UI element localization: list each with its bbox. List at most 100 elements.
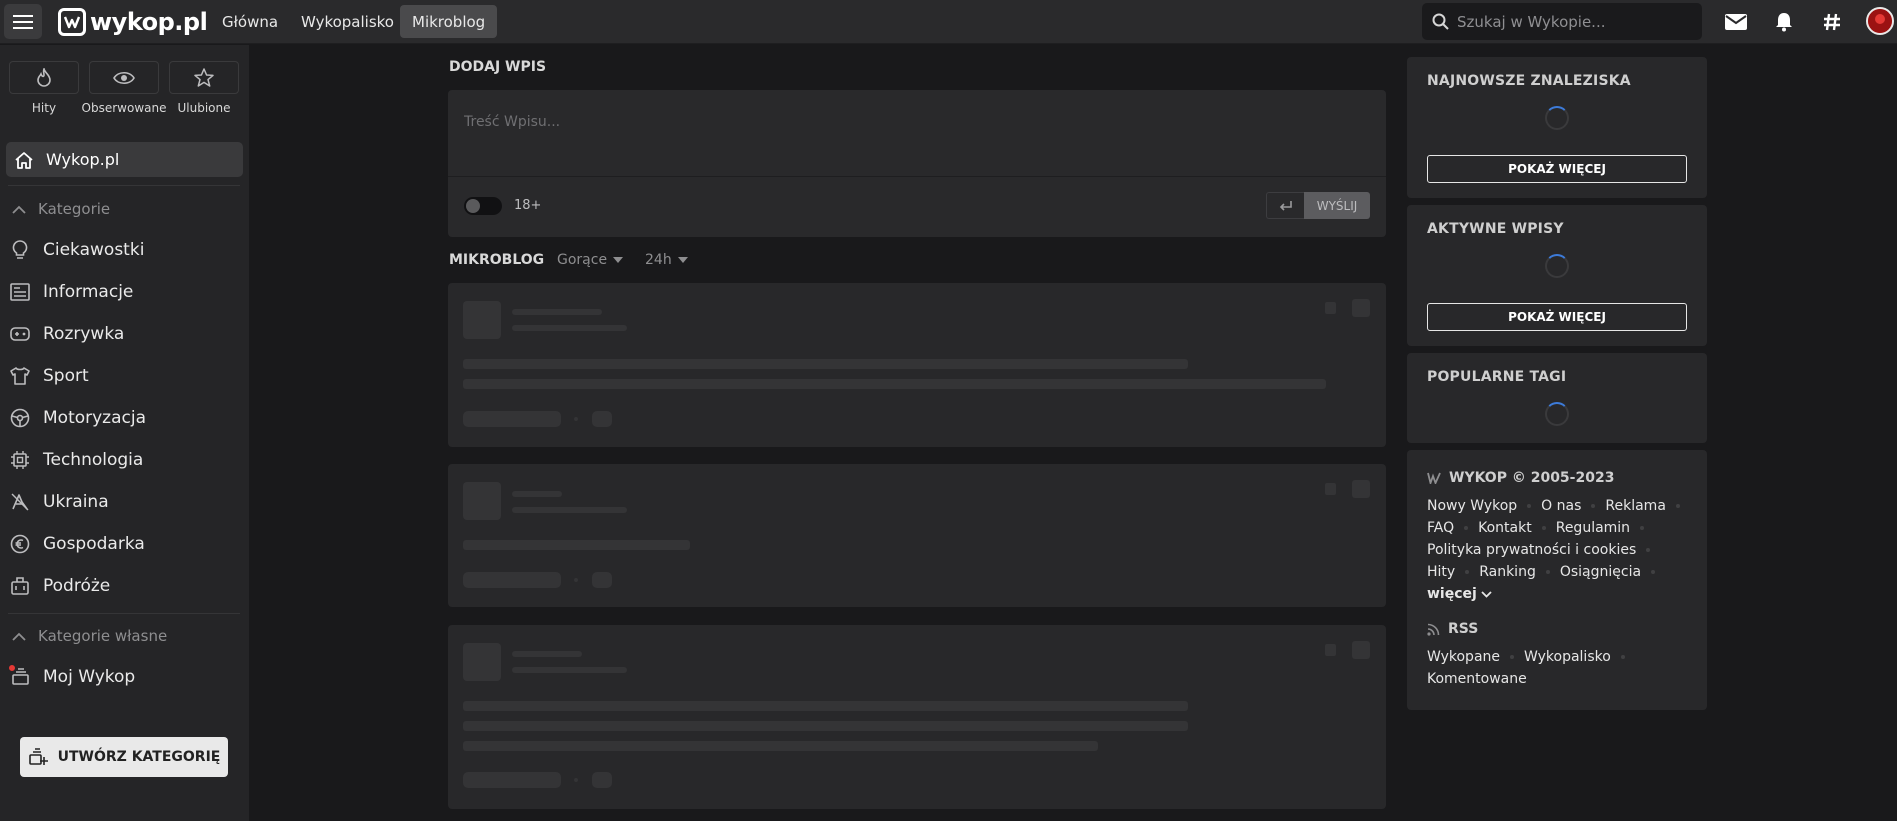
own-categories-section-toggle[interactable]: Kategorie własne (12, 627, 167, 645)
dot-placeholder (574, 778, 578, 782)
action-placeholder (1352, 641, 1370, 659)
action-placeholder (1325, 302, 1336, 314)
more-links-label: więcej (1427, 586, 1477, 602)
create-category-button[interactable]: UTWÓRZ KATEGORIĘ (20, 737, 228, 777)
user-avatar[interactable] (1866, 7, 1894, 35)
sort-dropdown[interactable]: Gorące (557, 252, 624, 268)
sidebar-item-ukraina[interactable]: Ukraina (10, 492, 109, 512)
rss-link[interactable]: Wykopalisko (1524, 649, 1611, 665)
post-skeleton (448, 283, 1386, 447)
meta-placeholder (463, 411, 561, 427)
send-button[interactable]: WYŚLIJ (1304, 192, 1370, 219)
nav-glowna[interactable]: Główna (210, 5, 290, 38)
quick-label: Hity (31, 101, 57, 115)
meta-placeholder (463, 772, 561, 788)
quick-label: Obserwowane (81, 101, 167, 115)
footer-link[interactable]: Kontakt (1478, 520, 1532, 536)
gamepad-icon (10, 327, 30, 341)
enter-key-button[interactable] (1266, 192, 1304, 219)
text-placeholder (463, 359, 1188, 369)
entry-textarea[interactable] (464, 114, 1364, 164)
obserwowane-button[interactable] (89, 61, 159, 94)
period-dropdown[interactable]: 24h (645, 252, 688, 268)
footer-link[interactable]: Hity (1427, 564, 1455, 580)
search-bar[interactable] (1422, 3, 1702, 40)
divider (8, 185, 240, 186)
footer-link[interactable]: Reklama (1605, 498, 1666, 514)
quick-ulubione[interactable]: Ulubione (164, 61, 244, 115)
footer-link[interactable]: Osiągnięcia (1560, 564, 1641, 580)
rss-link[interactable]: Komentowane (1427, 671, 1527, 687)
nav-mikroblog[interactable]: Mikroblog (400, 5, 498, 38)
logo-text: wykop.pl (90, 8, 208, 36)
divider (8, 613, 240, 614)
more-links-toggle[interactable]: więcej (1427, 586, 1492, 602)
sort-value: Gorące (557, 252, 608, 268)
nav-wykopalisko[interactable]: Wykopalisko (289, 5, 406, 38)
meta-placeholder (592, 772, 612, 788)
ulubione-button[interactable] (169, 61, 239, 94)
categories-section-toggle[interactable]: Kategorie (12, 200, 110, 218)
lightbulb-icon (12, 240, 28, 259)
quick-hity[interactable]: Hity (4, 61, 84, 115)
active-entries-widget: AKTYWNE WPISY POKAŻ WIĘCEJ (1407, 205, 1707, 346)
action-placeholder (1352, 480, 1370, 498)
show-more-button[interactable]: POKAŻ WIĘCEJ (1427, 155, 1687, 183)
avatar-placeholder (463, 643, 501, 681)
show-more-button[interactable]: POKAŻ WIĘCEJ (1427, 303, 1687, 331)
newspaper-icon (10, 283, 30, 301)
home-label: Wykop.pl (46, 150, 120, 169)
sidebar-item-technologia[interactable]: Technologia (10, 450, 143, 470)
newest-links-widget: NAJNOWSZE ZNALEZISKA POKAŻ WIĘCEJ (1407, 57, 1707, 198)
menu-button[interactable] (4, 4, 42, 39)
category-label: Rozrywka (43, 324, 125, 344)
hity-button[interactable] (9, 61, 79, 94)
dot-placeholder (574, 578, 578, 582)
messages-button[interactable] (1724, 10, 1748, 34)
footer-link[interactable]: Nowy Wykop (1427, 498, 1517, 514)
action-placeholder (1352, 299, 1370, 317)
notifications-button[interactable] (1772, 10, 1796, 34)
sidebar-item-gospodarka[interactable]: Gospodarka (10, 534, 145, 554)
footer-link[interactable]: FAQ (1427, 520, 1454, 536)
search-icon (1432, 13, 1449, 30)
toggle-knob (466, 199, 480, 213)
footer-title: WYKOP © 2005-2023 (1449, 470, 1615, 486)
rss-link[interactable]: Wykopane (1427, 649, 1500, 665)
rss-links-row: Wykopane Wykopalisko (1427, 649, 1635, 665)
adult-toggle[interactable] (464, 197, 502, 215)
sidebar-item-moj-wykop[interactable]: Moj Wykop (8, 664, 135, 687)
enter-icon (1279, 200, 1292, 211)
sidebar-item-ciekawostki[interactable]: Ciekawostki (10, 240, 144, 260)
category-label: Podróże (43, 576, 111, 596)
footer-link[interactable]: O nas (1541, 498, 1581, 514)
tags-button[interactable] (1820, 10, 1844, 34)
footer-link[interactable]: Regulamin (1556, 520, 1630, 536)
shirt-icon (10, 367, 30, 385)
footer-link[interactable]: Ranking (1479, 564, 1536, 580)
sidebar-item-sport[interactable]: Sport (10, 366, 89, 386)
sidebar-item-motoryzacja[interactable]: Motoryzacja (10, 408, 146, 428)
footer-links-row: Nowy Wykop O nas Reklama (1427, 498, 1690, 514)
rss-icon (1427, 623, 1440, 636)
sidebar-item-rozrywka[interactable]: Rozrywka (10, 324, 124, 344)
footer-links-row: FAQ Kontakt Regulamin (1427, 520, 1654, 536)
adult-label: 18+ (514, 198, 542, 213)
search-input[interactable] (1457, 12, 1687, 31)
footer-link[interactable]: Polityka prywatności i cookies (1427, 542, 1636, 558)
sidebar-item-home[interactable]: Wykop.pl (6, 142, 243, 177)
text-placeholder (512, 667, 627, 673)
envelope-icon (1725, 14, 1747, 30)
euro-coin-icon (10, 534, 30, 554)
sidebar-item-podroze[interactable]: Podróże (10, 576, 110, 596)
notification-dot (8, 664, 16, 672)
caret-down-icon (677, 257, 688, 263)
wykop-logo[interactable]: wykop.pl (58, 6, 208, 38)
category-label: Motoryzacja (43, 408, 147, 428)
avatar-placeholder (463, 301, 501, 339)
meta-placeholder (463, 572, 561, 588)
footer-links-row: Hity Ranking Osiągnięcia (1427, 564, 1665, 580)
quick-obserwowane[interactable]: Obserwowane (81, 61, 167, 115)
sidebar-item-informacje[interactable]: Informacje (10, 282, 133, 302)
ukraina-icon (11, 493, 29, 511)
